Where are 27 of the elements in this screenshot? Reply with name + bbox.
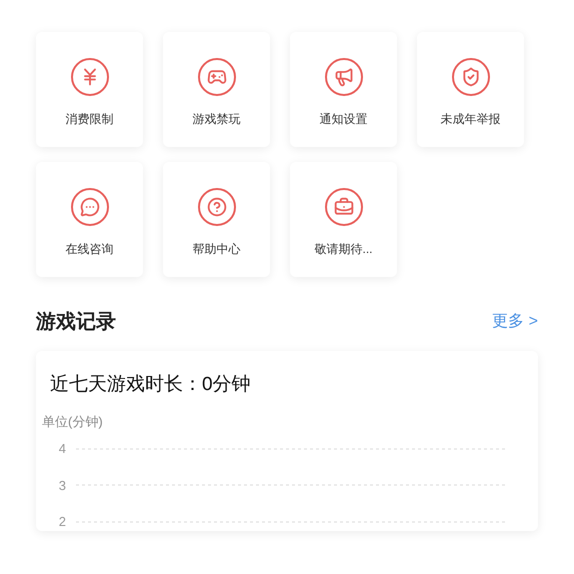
feature-tile[interactable]: 在线咨询: [36, 162, 143, 277]
y-tick-label: 4: [58, 440, 66, 458]
feature-tile[interactable]: 未成年举报: [417, 32, 524, 147]
play-time-summary: 近七天游戏时长：0分钟: [49, 373, 252, 397]
megaphone-icon: [324, 58, 362, 96]
axis-unit-label: 单位(分钟): [42, 412, 103, 431]
tile-label: 消费限制: [66, 111, 114, 128]
toolbox-icon: [324, 188, 362, 226]
question-icon: [198, 188, 236, 226]
chat-bubble-icon: [70, 188, 108, 226]
feature-tile[interactable]: 游戏禁玩: [163, 32, 270, 147]
shield-icon: [452, 58, 490, 96]
tile-label: 敬请期待...: [314, 241, 372, 258]
feature-tile[interactable]: 帮助中心: [163, 162, 270, 277]
gamepad-icon: [198, 58, 236, 96]
y-tick-label: 3: [58, 476, 66, 494]
feature-tile[interactable]: 敬请期待...: [290, 162, 397, 277]
tile-label: 帮助中心: [192, 241, 240, 258]
tile-label: 游戏禁玩: [192, 111, 240, 128]
tile-label: 在线咨询: [66, 241, 114, 258]
section-title: 游戏记录: [36, 310, 116, 335]
tile-label: 通知设置: [320, 111, 368, 128]
feature-tile[interactable]: 通知设置: [290, 32, 397, 147]
yen-icon: [70, 58, 108, 96]
feature-tile[interactable]: 消费限制: [36, 32, 143, 147]
y-tick-label: 2: [58, 513, 66, 531]
tile-label: 未成年举报: [440, 111, 500, 128]
